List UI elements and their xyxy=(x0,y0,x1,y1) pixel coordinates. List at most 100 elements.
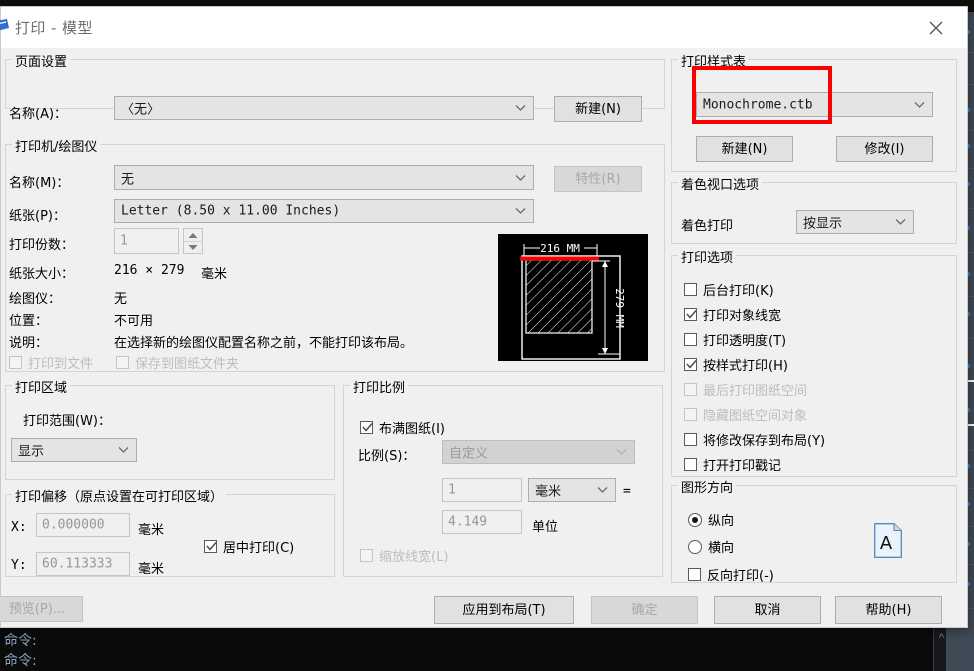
checkbox-box xyxy=(116,356,129,369)
fit-to-paper-checkbox[interactable]: 布满图纸(I) xyxy=(360,418,445,437)
plot-option-checkbox[interactable]: 按样式打印(H) xyxy=(684,355,788,374)
check-icon xyxy=(686,310,697,319)
chevron-down-icon xyxy=(515,174,526,181)
copies-stepper[interactable] xyxy=(183,228,203,254)
plot-option-label: 打开打印戳记 xyxy=(703,459,782,474)
preview-button[interactable]: 预览(P)... xyxy=(0,596,83,622)
plot-style-edit-button[interactable]: 修改(I) xyxy=(836,136,933,162)
radio-circle xyxy=(688,539,702,554)
offset-x-input[interactable]: 0.000000 xyxy=(36,513,130,537)
orientation-landscape-radio[interactable]: 横向 xyxy=(688,537,734,556)
help-button[interactable]: 帮助(H) xyxy=(835,596,942,624)
fit-to-paper-label: 布满图纸(I) xyxy=(379,422,445,437)
checkbox-box xyxy=(360,421,373,434)
page-setup-group-title: 页面设置 xyxy=(12,51,71,70)
plot-option-checkbox: 最后打印图纸空间 xyxy=(684,380,807,399)
plot-to-file-checkbox[interactable]: 打印到文件 xyxy=(9,353,93,372)
copies-label: 打印份数： xyxy=(9,238,75,253)
chevron-down-icon xyxy=(597,487,608,493)
chevron-down-icon xyxy=(616,449,627,455)
printer-name-value: 无 xyxy=(121,172,135,187)
plot-app-icon xyxy=(0,19,9,31)
plot-option-checkbox[interactable]: 将修改保存到布局(Y) xyxy=(684,430,825,449)
dialog-titlebar[interactable]: 打印 - 模型 xyxy=(0,7,967,48)
copies-value: 1 xyxy=(120,233,128,249)
plot-area-group: 打印区域 xyxy=(5,377,335,480)
scale-unit-combo[interactable]: 毫米 xyxy=(528,478,616,502)
page-setup-name-combo[interactable]: 〈无〉 xyxy=(114,96,534,120)
scale-denominator-unit: 单位 xyxy=(532,520,559,535)
scale-lineweights-checkbox[interactable]: 缩放线宽(L) xyxy=(360,546,448,565)
upside-down-checkbox[interactable]: 反向打印(-) xyxy=(688,565,774,584)
stepper-up-button[interactable] xyxy=(184,229,202,241)
offset-y-input[interactable]: 60.113333 xyxy=(36,552,130,576)
apply-to-layout-button[interactable]: 应用到布局(T) xyxy=(434,596,574,624)
paper-size-label: 纸张大小： xyxy=(9,267,75,282)
plot-style-table-value: Monochrome.ctb xyxy=(703,97,813,112)
description-label: 说明： xyxy=(9,336,49,351)
stepper-down-button[interactable] xyxy=(184,242,202,254)
scroll-up-icon[interactable]: ^ xyxy=(939,632,944,644)
scale-equals-sign: = xyxy=(623,484,631,499)
orientation-portrait-radio[interactable]: 纵向 xyxy=(688,510,734,529)
checkbox-box xyxy=(360,549,373,562)
orientation-icon-letter: A xyxy=(880,533,893,554)
chevron-down-icon xyxy=(515,105,526,111)
plotter-label: 绘图仪： xyxy=(9,292,62,307)
plot-option-label: 最后打印图纸空间 xyxy=(703,384,808,399)
scale-numerator-input[interactable]: 1 xyxy=(442,478,522,502)
plot-range-combo[interactable]: 显示 xyxy=(11,438,137,462)
paper-combo[interactable]: Letter (8.50 x 11.00 Inches) xyxy=(114,199,534,223)
shade-plot-value: 按显示 xyxy=(803,216,843,232)
plot-option-label: 打印对象线宽 xyxy=(703,309,782,324)
scale-unit-value: 毫米 xyxy=(535,484,562,500)
page-setup-name-label: 名称(A)： xyxy=(9,107,68,122)
ok-button[interactable]: 确定 xyxy=(591,596,698,624)
scale-denominator-input[interactable]: 4.149 xyxy=(442,510,522,534)
offset-x-label: X: xyxy=(11,520,27,535)
paper-size-unit: 毫米 xyxy=(201,267,228,282)
cancel-button[interactable]: 取消 xyxy=(714,596,821,624)
shade-plot-combo[interactable]: 按显示 xyxy=(796,210,914,234)
check-icon xyxy=(362,423,373,432)
command-line-area[interactable]: 命令: 命令: ^ xyxy=(0,627,946,671)
close-icon[interactable] xyxy=(915,13,957,41)
checkbox-box xyxy=(684,283,697,296)
plot-option-checkbox[interactable]: 后台打印(K) xyxy=(684,280,774,299)
printer-name-label: 名称(M)： xyxy=(9,176,70,191)
orientation-landscape-label: 横向 xyxy=(708,541,735,556)
plot-options-group-title: 打印选项 xyxy=(678,247,737,266)
paper-preview-thumbnail: 216 MM 279 MM xyxy=(498,234,648,361)
preview-height-dim: 279 MM xyxy=(613,288,626,328)
center-plot-checkbox[interactable]: 居中打印(C) xyxy=(204,537,294,556)
plot-style-new-button[interactable]: 新建(N) xyxy=(696,136,793,162)
checkbox-box xyxy=(684,308,697,321)
checkbox-box xyxy=(684,433,697,446)
page-setup-new-button[interactable]: 新建(N) xyxy=(554,96,642,122)
save-to-folder-checkbox[interactable]: 保存到图纸文件夹 xyxy=(116,353,239,372)
printer-properties-button[interactable]: 特性(R) xyxy=(554,166,642,192)
copies-input[interactable]: 1 xyxy=(114,228,179,254)
plotter-value: 无 xyxy=(114,292,128,307)
scale-label: 比例(S)： xyxy=(358,449,416,464)
plot-style-table-group-title: 打印样式表 xyxy=(678,51,750,70)
check-icon xyxy=(206,542,217,551)
scale-combo[interactable]: 自定义 xyxy=(442,440,635,464)
printer-name-combo[interactable]: 无 xyxy=(114,165,534,190)
offset-y-unit: 毫米 xyxy=(138,562,165,577)
radio-dot xyxy=(692,516,698,523)
plot-option-checkbox[interactable]: 打开打印戳记 xyxy=(684,455,781,474)
command-line-scrollbar[interactable]: ^ xyxy=(933,628,946,671)
location-value: 不可用 xyxy=(114,314,154,329)
description-value: 在选择新的绘图仪配置名称之前，不能打印该布局。 xyxy=(114,336,414,351)
paper-label: 纸张(P)： xyxy=(9,209,66,224)
offset-x-value: 0.000000 xyxy=(42,517,105,533)
plot-option-label: 打印透明度(T) xyxy=(703,334,787,349)
plot-option-checkbox[interactable]: 打印对象线宽 xyxy=(684,305,781,324)
location-label: 位置： xyxy=(9,314,49,329)
plot-style-table-combo[interactable]: Monochrome.ctb xyxy=(696,92,933,117)
offset-y-label: Y: xyxy=(11,558,27,573)
center-plot-label: 居中打印(C) xyxy=(223,541,295,556)
plot-option-checkbox[interactable]: 打印透明度(T) xyxy=(684,330,786,349)
plot-scale-group-title: 打印比例 xyxy=(350,377,409,396)
